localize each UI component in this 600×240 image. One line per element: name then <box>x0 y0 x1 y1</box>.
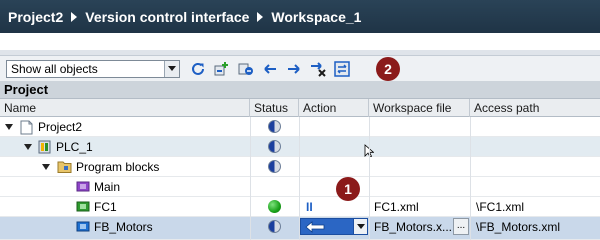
table-row[interactable]: PLC_1 <box>0 137 600 158</box>
row-name: Project2 <box>38 120 83 134</box>
table-row[interactable]: Project2 <box>0 117 600 137</box>
spacer-band <box>0 33 600 50</box>
breadcrumb-separator-icon <box>71 11 78 22</box>
organization-block-icon <box>76 181 90 192</box>
table-header: Name Status Action Workspace file Access… <box>0 99 600 117</box>
workspace-file: FC1.xml <box>374 200 419 214</box>
breadcrumb-item-project[interactable]: Project2 <box>8 9 63 25</box>
row-name: Main <box>94 180 121 194</box>
column-divider <box>299 117 300 240</box>
arrow-right-button[interactable] <box>284 59 304 79</box>
status-icon <box>268 140 281 153</box>
collapse-icon[interactable] <box>42 164 50 170</box>
section-title: Project <box>0 81 600 99</box>
breadcrumb-item-version-control[interactable]: Version control interface <box>85 9 249 25</box>
remove-action-button[interactable] <box>308 59 328 79</box>
arrow-right-icon <box>288 63 300 74</box>
plc-device-icon <box>38 140 51 154</box>
table-row[interactable]: Main <box>0 177 600 197</box>
compare-button[interactable] <box>332 59 352 79</box>
folder-icon <box>57 161 72 173</box>
add-to-workspace-icon <box>214 61 228 75</box>
column-divider <box>369 117 370 240</box>
chevron-down-icon[interactable] <box>353 219 367 234</box>
callout-badge: 2 <box>376 56 400 81</box>
remove-action-icon <box>311 61 326 77</box>
export-button[interactable] <box>236 59 256 79</box>
column-header-action[interactable]: Action <box>299 99 369 117</box>
status-icon <box>268 160 281 173</box>
function-icon <box>76 201 90 212</box>
add-to-workspace-button[interactable] <box>212 59 232 79</box>
toolbar: Show all objects 2 <box>0 56 600 81</box>
access-path: \FB_Motors.xml <box>476 220 561 234</box>
collapse-icon[interactable] <box>5 124 13 130</box>
arrow-left-icon <box>264 63 276 74</box>
table-row[interactable]: FB_Motors FB_Motors.x... ... \FB_Motors.… <box>0 217 600 240</box>
object-filter-select[interactable]: Show all objects <box>6 59 180 78</box>
refresh-button[interactable] <box>188 59 208 79</box>
column-header-workspace-file[interactable]: Workspace file <box>369 99 470 117</box>
row-name: FB_Motors <box>94 220 153 234</box>
access-path: \FC1.xml <box>476 200 524 214</box>
row-name: Program blocks <box>76 160 160 174</box>
row-name: FC1 <box>94 200 117 214</box>
compare-icon <box>334 60 350 77</box>
action-arrow-left-icon <box>301 219 353 234</box>
browse-button[interactable]: ... <box>453 218 469 235</box>
column-divider <box>470 117 471 240</box>
collapse-icon[interactable] <box>24 144 32 150</box>
refresh-icon <box>192 62 204 75</box>
export-icon <box>238 63 253 75</box>
breadcrumb: Project2 Version control interface Works… <box>0 0 600 33</box>
project-icon <box>20 120 33 135</box>
arrow-left-button[interactable] <box>260 59 280 79</box>
column-divider <box>250 117 251 240</box>
object-filter-value: Show all objects <box>11 61 98 76</box>
action-dropdown[interactable] <box>300 218 368 235</box>
function-block-icon <box>76 221 90 232</box>
action-value[interactable]: II <box>306 197 313 217</box>
breadcrumb-separator-icon <box>257 11 264 22</box>
column-header-access-path[interactable]: Access path <box>470 99 600 117</box>
chevron-down-icon[interactable] <box>164 60 179 77</box>
workspace-file: FB_Motors.x... <box>374 220 452 234</box>
callout-badge: 1 <box>336 177 360 201</box>
table-row[interactable]: FC1 II FC1.xml \FC1.xml <box>0 197 600 217</box>
status-icon <box>268 120 281 133</box>
status-icon <box>268 220 281 233</box>
status-icon <box>268 200 281 213</box>
column-header-status[interactable]: Status <box>250 99 299 117</box>
breadcrumb-item-workspace[interactable]: Workspace_1 <box>271 9 361 25</box>
row-name: PLC_1 <box>56 140 93 154</box>
table-row[interactable]: Program blocks <box>0 157 600 177</box>
column-header-name[interactable]: Name <box>0 99 250 117</box>
